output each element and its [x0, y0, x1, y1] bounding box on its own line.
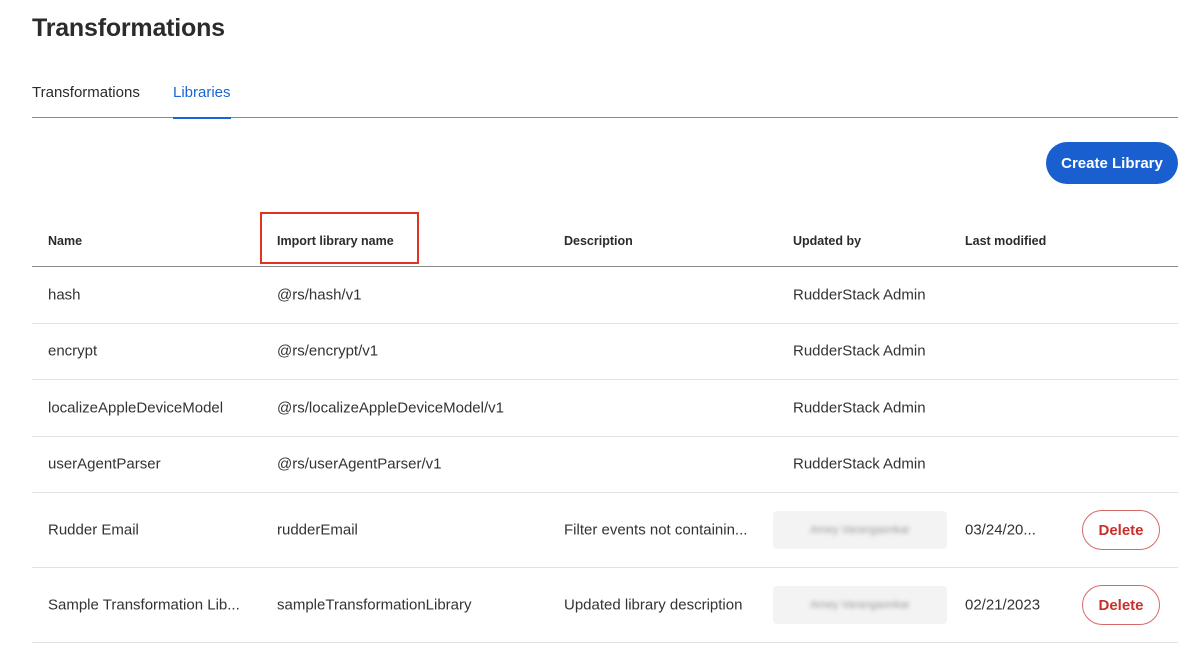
updated-by: Amey Varangaonkar — [810, 599, 910, 611]
column-header-last-modified[interactable]: Last modified — [965, 234, 1046, 248]
column-header-description[interactable]: Description — [564, 234, 633, 248]
updated-by-redacted: Amey Varangaonkar — [773, 586, 947, 624]
import-library-name: rudderEmail — [277, 521, 358, 539]
libraries-table: Name Import library name Description Upd… — [32, 212, 1178, 643]
delete-button[interactable]: Delete — [1082, 585, 1160, 625]
library-name: localizeAppleDeviceModel — [48, 399, 224, 417]
create-library-button[interactable]: Create Library — [1046, 142, 1178, 184]
table-row[interactable]: localizeAppleDeviceModel @rs/localizeApp… — [32, 380, 1178, 437]
import-library-name: @rs/hash/v1 — [277, 286, 362, 304]
library-name: Sample Transformation Lib... — [48, 596, 240, 614]
table-row[interactable]: Sample Transformation Lib... sampleTrans… — [32, 568, 1178, 643]
library-name: Rudder Email — [48, 521, 139, 539]
import-library-name: sampleTransformationLibrary — [277, 596, 472, 614]
table-row[interactable]: Rudder Email rudderEmail Filter events n… — [32, 493, 1178, 568]
last-modified: 03/24/20... — [965, 521, 1036, 539]
table-row[interactable]: hash @rs/hash/v1 RudderStack Admin — [32, 267, 1178, 324]
column-header-updated-by[interactable]: Updated by — [793, 234, 861, 248]
tab-bar: Transformations Libraries — [32, 74, 1178, 119]
library-name: encrypt — [48, 342, 98, 360]
tab-transformations[interactable]: Transformations — [32, 84, 140, 118]
library-name: userAgentParser — [48, 455, 161, 473]
updated-by-redacted: Amey Varangaonkar — [773, 511, 947, 549]
library-name: hash — [48, 286, 81, 304]
import-library-name: @rs/userAgentParser/v1 — [277, 455, 442, 473]
import-library-name: @rs/encrypt/v1 — [277, 342, 379, 360]
updated-by: RudderStack Admin — [793, 286, 926, 304]
table-row[interactable]: encrypt @rs/encrypt/v1 RudderStack Admin — [32, 324, 1178, 380]
delete-button[interactable]: Delete — [1082, 510, 1160, 550]
table-header: Name Import library name Description Upd… — [32, 212, 1178, 267]
updated-by: RudderStack Admin — [793, 342, 926, 360]
tab-libraries[interactable]: Libraries — [173, 84, 231, 119]
column-header-name[interactable]: Name — [48, 234, 82, 248]
page-title: Transformations — [32, 14, 225, 42]
last-modified: 02/21/2023 — [965, 596, 1041, 614]
import-library-name: @rs/localizeAppleDeviceModel/v1 — [277, 399, 504, 417]
table-row[interactable]: userAgentParser @rs/userAgentParser/v1 R… — [32, 437, 1178, 493]
library-description: Updated library description — [564, 596, 743, 614]
updated-by: RudderStack Admin — [793, 399, 926, 417]
library-description: Filter events not containin... — [564, 521, 748, 539]
updated-by: RudderStack Admin — [793, 455, 926, 473]
highlight-annotation-box — [260, 212, 419, 264]
updated-by: Amey Varangaonkar — [810, 524, 910, 536]
